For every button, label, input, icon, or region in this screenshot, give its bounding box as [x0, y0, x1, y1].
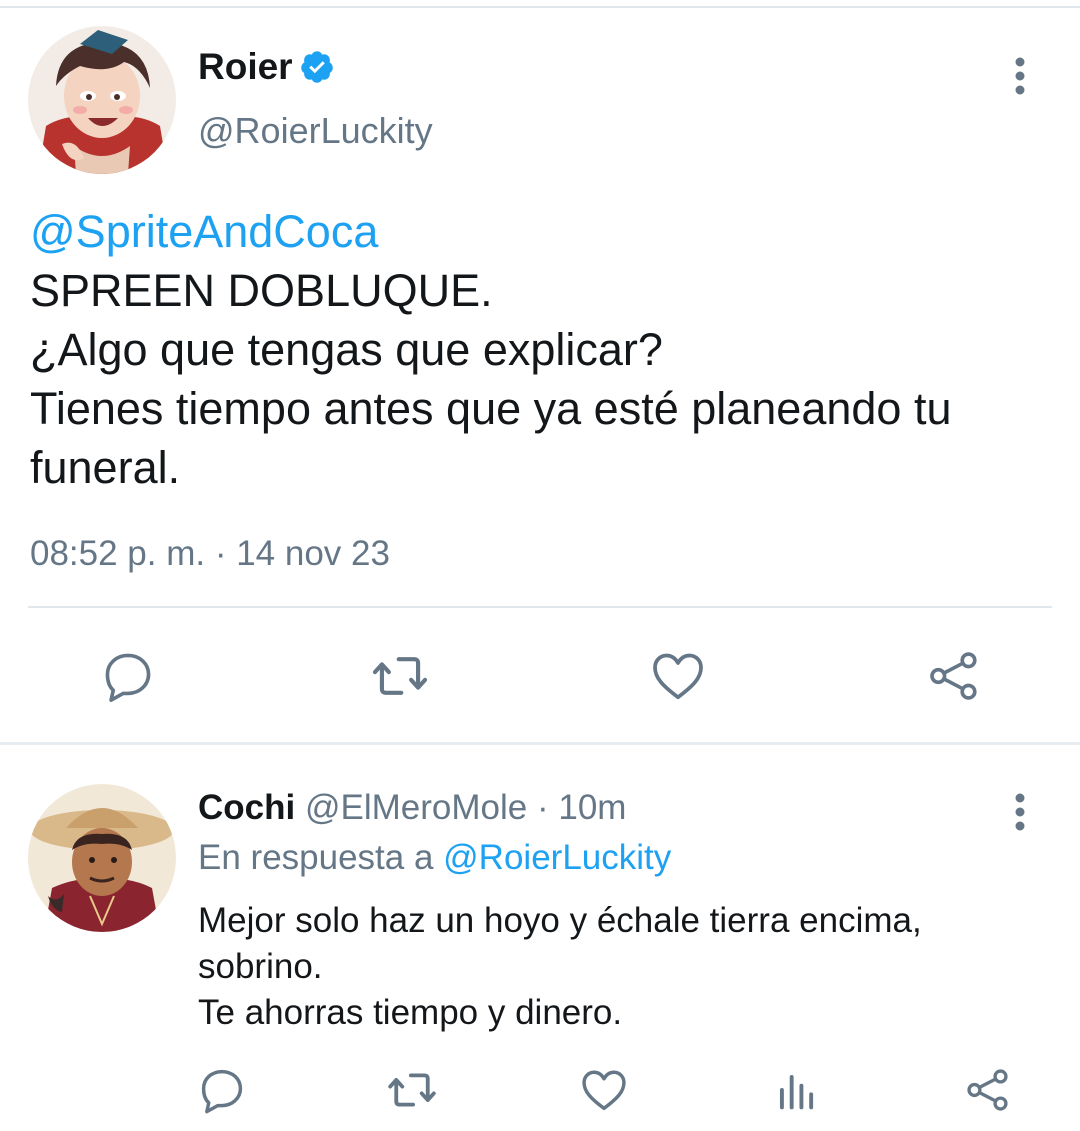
in-reply-prefix: En respuesta a — [198, 838, 444, 877]
reply-reply-button[interactable] — [190, 1058, 254, 1122]
like-icon — [582, 1070, 626, 1111]
section-divider — [0, 742, 1080, 745]
tweet-line: funeral. — [30, 442, 181, 493]
more-vertical-icon[interactable] — [1004, 790, 1036, 834]
share-button[interactable] — [922, 644, 986, 708]
retweet-icon — [372, 657, 428, 695]
roier-avatar[interactable] — [28, 26, 176, 174]
reply-button[interactable] — [96, 644, 160, 708]
reply-author-name[interactable]: Cochi — [198, 788, 295, 827]
cochi-avatar[interactable] — [28, 784, 176, 932]
reply-analytics-button[interactable] — [764, 1058, 828, 1122]
tweet-line: ¿Algo que tengas que explicar? — [30, 324, 663, 375]
retweet-icon — [388, 1073, 436, 1107]
reply-retweet-button[interactable] — [380, 1058, 444, 1122]
reply-author-handle[interactable]: @ElMeroMole — [305, 788, 527, 827]
in-reply-mention-link[interactable]: @RoierLuckity — [443, 838, 671, 877]
more-vertical-icon[interactable] — [1004, 54, 1036, 98]
top-divider — [0, 6, 1080, 8]
tweet-timestamp[interactable]: 08:52 p. m. · 14 nov 23 — [30, 534, 390, 574]
reply-line: sobrino. — [198, 947, 323, 986]
verified-badge-icon — [299, 49, 335, 85]
share-icon — [967, 1069, 1008, 1111]
tweet-line: Tienes tiempo antes que ya esté planeand… — [30, 383, 952, 434]
author-name-row[interactable]: Roier — [198, 46, 335, 88]
tweet-mention-link[interactable]: @SpriteAndCoca — [30, 202, 1070, 261]
share-icon — [930, 652, 977, 700]
reply-icon — [105, 653, 151, 702]
action-divider — [28, 606, 1052, 608]
like-icon — [653, 653, 703, 700]
tweet-line: SPREEN DOBLUQUE. — [30, 265, 493, 316]
reply-header: Cochi @ElMeroMole · 10m — [198, 788, 626, 828]
reply-time: · 10m — [536, 788, 627, 827]
author-display-name[interactable]: Roier — [198, 46, 293, 88]
tweet-text: @SpriteAndCoca SPREEN DOBLUQUE. ¿Algo qu… — [30, 202, 1070, 497]
reply-icon — [201, 1069, 243, 1114]
author-handle[interactable]: @RoierLuckity — [198, 110, 433, 152]
reply-line: Mejor solo haz un hoyo y échale tierra e… — [198, 901, 922, 940]
like-button[interactable] — [646, 644, 710, 708]
reply-like-button[interactable] — [572, 1058, 636, 1122]
reply-tweet-text: Mejor solo haz un hoyo y échale tierra e… — [198, 898, 1058, 1036]
in-reply-to: En respuesta a @RoierLuckity — [198, 838, 671, 878]
retweet-button[interactable] — [368, 644, 432, 708]
analytics-icon — [779, 1075, 814, 1110]
reply-share-button[interactable] — [956, 1058, 1020, 1122]
reply-line: Te ahorras tiempo y dinero. — [198, 993, 623, 1032]
